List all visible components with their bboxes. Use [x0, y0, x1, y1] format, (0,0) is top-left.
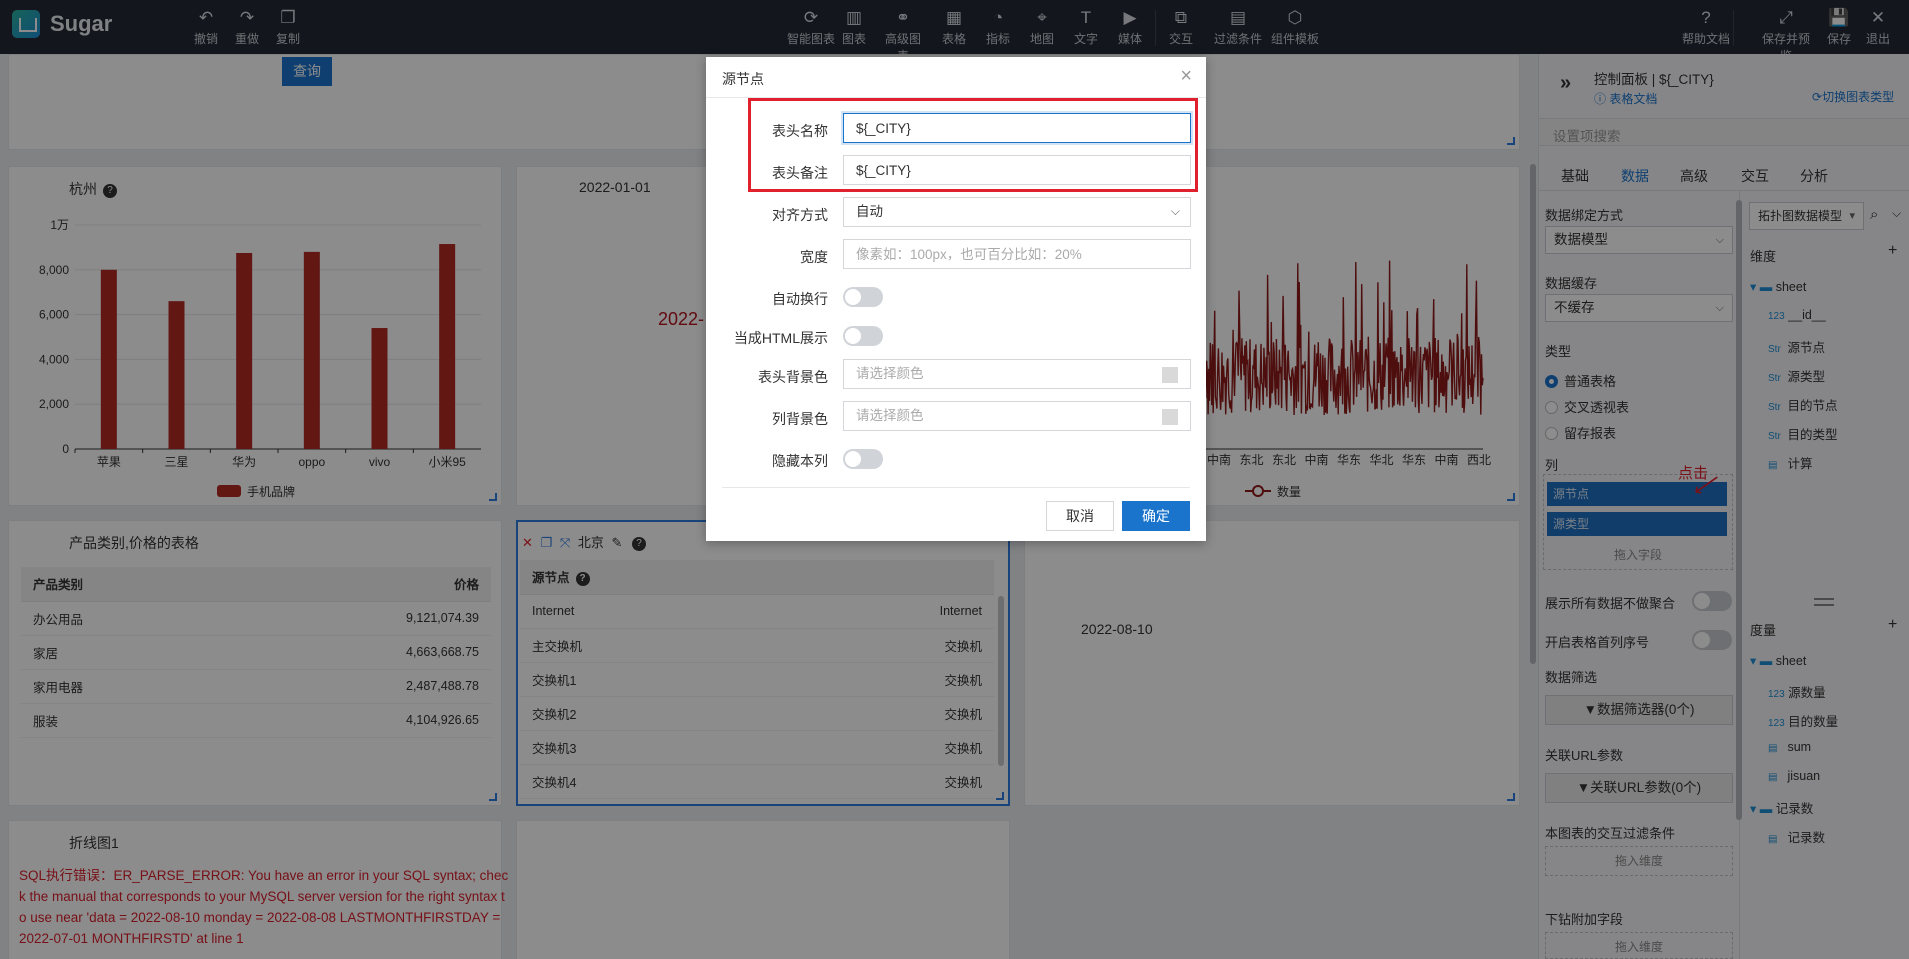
hide-column-toggle[interactable] [843, 449, 883, 469]
color-swatch-icon [1162, 409, 1178, 425]
auto-wrap-toggle[interactable] [843, 287, 883, 307]
confirm-button[interactable]: 确定 [1122, 501, 1190, 531]
width-input[interactable] [843, 239, 1191, 269]
hide-column-label: 隐藏本列 [772, 453, 828, 469]
header-bg-picker[interactable]: 请选择颜色 [843, 359, 1191, 389]
cancel-button[interactable]: 取消 [1046, 501, 1114, 531]
color-swatch-icon [1162, 367, 1178, 383]
column-bg-row: 列背景色 请选择颜色 [706, 401, 1206, 433]
html-display-label: 当成HTML展示 [733, 330, 828, 346]
align-row: 对齐方式 自动 ⌵ [706, 197, 1206, 229]
align-label: 对齐方式 [772, 207, 828, 223]
column-bg-picker[interactable]: 请选择颜色 [843, 401, 1191, 431]
close-icon[interactable]: × [1180, 65, 1192, 88]
width-label: 宽度 [800, 249, 828, 265]
align-select[interactable]: 自动 ⌵ [843, 197, 1191, 227]
html-display-row: 当成HTML展示 [706, 320, 1206, 352]
highlight-annotation [748, 98, 1198, 192]
width-row: 宽度 [706, 239, 1206, 271]
chevron-down-icon: ⌵ [1170, 204, 1180, 218]
auto-wrap-label: 自动换行 [772, 291, 828, 307]
hide-column-row: 隐藏本列 [706, 443, 1206, 475]
header-bg-label: 表头背景色 [758, 369, 828, 385]
auto-wrap-row: 自动换行 [706, 281, 1206, 313]
dialog-footer-divider [722, 487, 1190, 488]
header-bg-row: 表头背景色 请选择颜色 [706, 359, 1206, 391]
column-bg-label: 列背景色 [772, 411, 828, 427]
dialog-title: 源节点 [722, 71, 764, 87]
html-display-toggle[interactable] [843, 326, 883, 346]
